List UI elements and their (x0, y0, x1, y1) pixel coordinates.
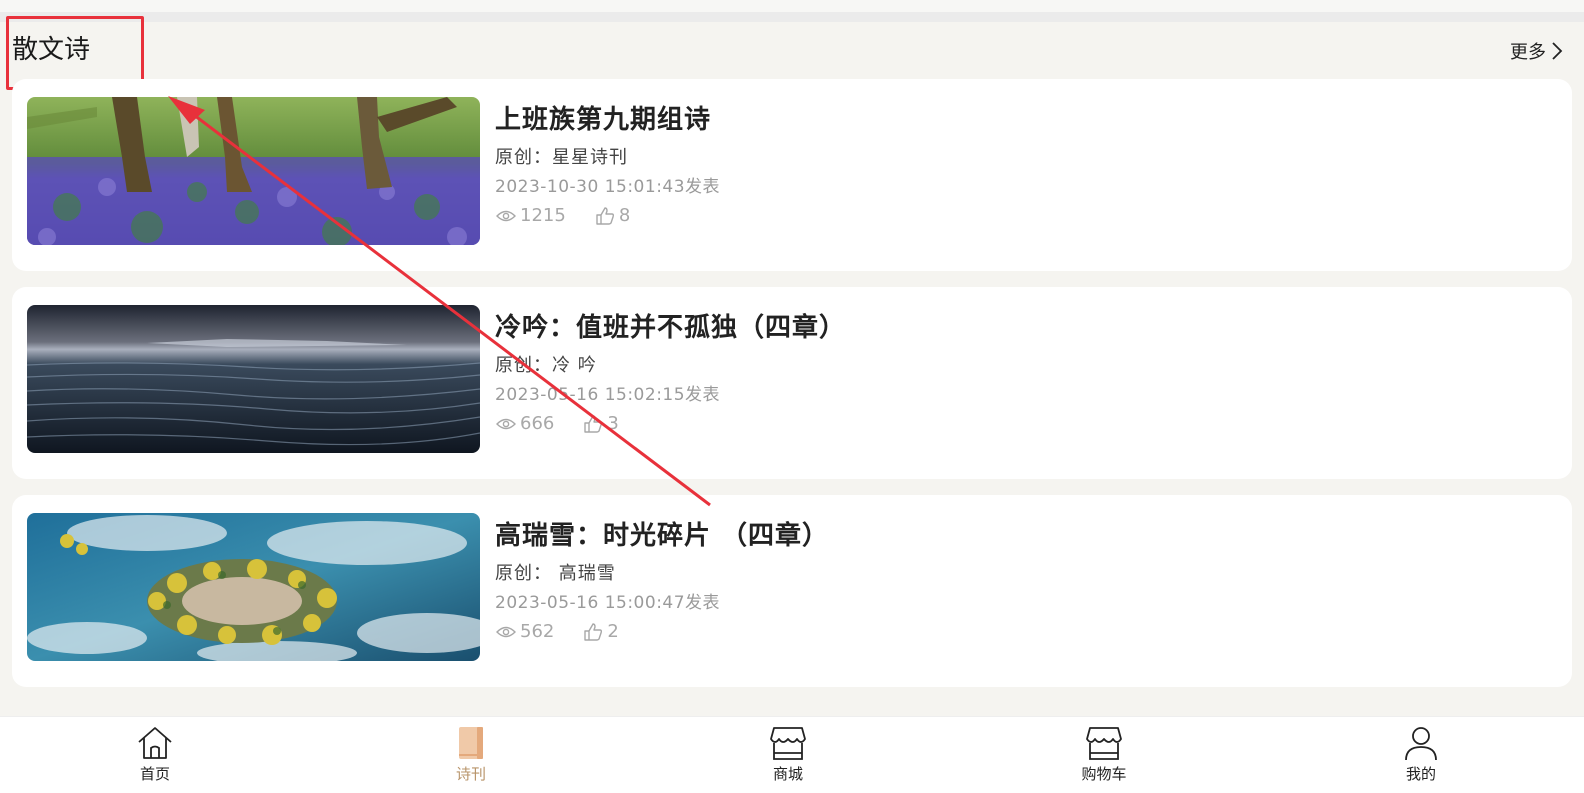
view-count-value: 562 (520, 621, 555, 642)
user-icon (1405, 727, 1437, 761)
view-count: 666 (495, 413, 554, 434)
store-icon (1086, 727, 1122, 760)
like-count[interactable]: 3 (582, 413, 619, 434)
section-header: 散文诗 更多 (0, 22, 1584, 78)
book-icon (459, 727, 483, 759)
article-stats: 562 2 (495, 621, 619, 642)
article-author: 原创：星星诗刊 (495, 147, 628, 168)
article-stats: 666 3 (495, 413, 619, 434)
article-thumbnail[interactable] (27, 97, 480, 245)
article-stats: 1215 8 (495, 205, 630, 226)
eye-icon (496, 418, 516, 429)
article-card[interactable]: 高瑞雪：时光碎片 （四章） 原创： 高瑞雪 2023-05-16 15:00:4… (12, 495, 1572, 687)
article-author: 原创： 高瑞雪 (495, 563, 616, 584)
top-divider (0, 12, 1584, 22)
top-strip (0, 0, 1584, 12)
tab-cart[interactable]: 购物车 (1044, 723, 1164, 789)
article-author: 原创：冷 吟 (495, 355, 597, 376)
tab-home[interactable]: 首页 (95, 723, 215, 789)
tab-label: 购物车 (1081, 765, 1127, 783)
article-card[interactable]: 上班族第九期组诗 原创：星星诗刊 2023-10-30 15:01:43发表 1… (12, 79, 1572, 271)
tab-store[interactable]: 商城 (728, 723, 848, 789)
eye-icon (496, 626, 516, 637)
tab-label: 诗刊 (455, 765, 486, 783)
bottom-tab-bar: 首页 诗刊 商城 购物车 我的 (0, 716, 1584, 793)
home-icon (138, 727, 172, 759)
tab-profile[interactable]: 我的 (1361, 723, 1481, 789)
view-count-value: 1215 (520, 205, 566, 226)
tab-label: 商城 (772, 765, 803, 783)
article-thumbnail[interactable] (27, 305, 480, 453)
more-label: 更多 (1510, 42, 1546, 63)
article-title[interactable]: 高瑞雪：时光碎片 （四章） (495, 515, 829, 552)
thumbs-up-icon (596, 206, 614, 225)
article-card[interactable]: 冷吟：值班并不孤独（四章） 原创：冷 吟 2023-05-16 15:02:15… (12, 287, 1572, 479)
article-date: 2023-05-16 15:02:15发表 (495, 385, 721, 405)
article-thumbnail[interactable] (27, 513, 480, 661)
article-date: 2023-10-30 15:01:43发表 (495, 177, 721, 197)
like-count-value: 3 (607, 413, 619, 434)
like-count[interactable]: 2 (582, 621, 619, 642)
store-icon (770, 727, 806, 760)
article-date: 2023-05-16 15:00:47发表 (495, 593, 721, 613)
thumbs-up-icon (584, 622, 603, 641)
like-count[interactable]: 8 (594, 205, 630, 226)
article-title[interactable]: 冷吟：值班并不孤独（四章） (495, 307, 846, 344)
like-count-value: 2 (607, 621, 619, 642)
view-count-value: 666 (520, 413, 555, 434)
article-title[interactable]: 上班族第九期组诗 (495, 99, 711, 136)
view-count: 1215 (495, 205, 566, 226)
tab-label: 首页 (139, 765, 170, 783)
thumbs-up-icon (584, 414, 603, 433)
more-link[interactable]: 更多 (1510, 38, 1564, 64)
tab-label: 我的 (1405, 765, 1436, 783)
like-count-value: 8 (618, 205, 631, 226)
eye-icon (496, 210, 516, 221)
tab-journal[interactable]: 诗刊 (411, 723, 531, 789)
chevron-right-icon (1552, 42, 1563, 60)
view-count: 562 (495, 621, 554, 642)
